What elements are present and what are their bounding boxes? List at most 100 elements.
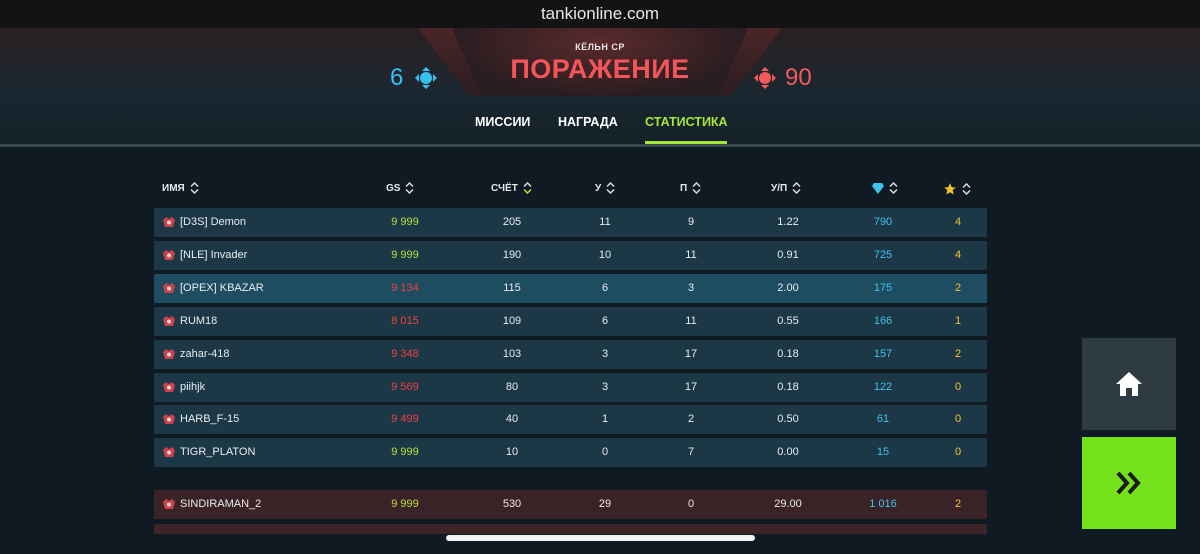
kills-cell: 10 <box>598 249 612 261</box>
crystal-icon <box>872 182 884 194</box>
tab-missions[interactable]: МИССИИ <box>475 115 530 129</box>
player-name: SINDIRAMAN_2 <box>180 498 262 510</box>
browser-url-bar[interactable]: tankionline.com <box>0 0 1200 28</box>
deaths-cell: 17 <box>684 348 698 360</box>
rank-icon <box>163 414 175 424</box>
home-indicator[interactable] <box>446 535 755 541</box>
stars-cell: 1 <box>954 315 962 327</box>
score-cell: 40 <box>505 413 519 425</box>
home-icon <box>1116 372 1142 396</box>
crystals-cell: 725 <box>873 249 893 261</box>
kd-cell: 1.22 <box>777 216 799 228</box>
column-header-kd[interactable]: У/П <box>771 182 801 194</box>
stars-cell: 0 <box>954 413 962 425</box>
blue-team-score: 6 <box>390 64 404 91</box>
continue-button[interactable] <box>1082 437 1176 529</box>
kills-cell: 11 <box>599 216 611 228</box>
column-header-name[interactable]: ИМЯ <box>162 182 199 194</box>
gs-cell: 9 348 <box>391 348 419 360</box>
sort-active-icon <box>523 182 532 194</box>
crystals-cell: 790 <box>873 216 893 228</box>
gs-cell: 9 999 <box>391 498 419 510</box>
column-header-stars[interactable] <box>943 182 971 196</box>
table-row[interactable]: RUM18 8 015 109 6 11 0.55 166 1 <box>154 307 987 336</box>
kills-cell: 0 <box>601 446 609 458</box>
sort-icon <box>962 183 971 195</box>
sort-icon <box>692 182 701 194</box>
rank-icon <box>163 316 175 326</box>
stars-cell: 0 <box>954 446 962 458</box>
sort-icon <box>889 182 898 194</box>
player-name: zahar-418 <box>180 348 230 360</box>
header-divider <box>0 144 1200 147</box>
table-row[interactable]: [OPEX] KBAZAR 9 134 115 6 3 2.00 175 2 <box>154 274 987 303</box>
rank-icon <box>163 217 175 227</box>
kills-cell: 29 <box>598 498 612 510</box>
tab-statistics[interactable]: СТАТИСТИКА <box>645 115 728 129</box>
crystals-cell: 166 <box>873 315 893 327</box>
home-button[interactable] <box>1082 338 1176 430</box>
rank-icon <box>163 499 175 509</box>
gs-cell: 9 569 <box>391 381 419 393</box>
rank-icon <box>163 382 175 392</box>
rank-icon <box>163 447 175 457</box>
deaths-cell: 11 <box>685 315 697 327</box>
column-header-score[interactable]: СЧЁТ <box>491 182 532 194</box>
crystals-cell: 15 <box>876 446 890 458</box>
column-kills-label: У <box>595 182 602 194</box>
table-row[interactable]: piihjk 9 569 80 3 17 0.18 122 0 <box>154 373 987 402</box>
table-row[interactable]: zahar-418 9 348 103 3 17 0.18 157 2 <box>154 340 987 369</box>
gs-cell: 9 999 <box>391 249 419 261</box>
table-row[interactable]: [D3S] Demon 9 999 205 11 9 1.22 790 4 <box>154 208 987 237</box>
deaths-cell: 0 <box>687 498 695 510</box>
column-header-deaths[interactable]: П <box>680 182 701 194</box>
deaths-cell: 2 <box>687 413 695 425</box>
player-name: RUM18 <box>180 315 218 327</box>
blue-team-icon <box>415 67 437 89</box>
red-team-score: 90 <box>785 64 812 91</box>
player-name: piihjk <box>180 381 206 393</box>
star-icon <box>944 183 956 195</box>
map-name: КЁЛЬН CP <box>575 42 625 52</box>
kills-cell: 6 <box>601 315 609 327</box>
tab-reward[interactable]: НАГРАДА <box>558 115 618 129</box>
table-row[interactable]: [NLE] Invader 9 999 190 10 11 0.91 725 4 <box>154 241 987 270</box>
table-row[interactable]: HARB_F-15 9 499 40 1 2 0.50 61 0 <box>154 405 987 434</box>
score-cell: 10 <box>505 446 519 458</box>
score-cell: 190 <box>502 249 522 261</box>
kills-cell: 3 <box>601 348 609 360</box>
crystals-cell: 1 016 <box>869 498 897 510</box>
column-deaths-label: П <box>680 182 688 194</box>
crystals-cell: 157 <box>873 348 893 360</box>
stars-cell: 2 <box>954 498 962 510</box>
gs-cell: 9 999 <box>391 216 419 228</box>
url-text: tankionline.com <box>540 4 660 23</box>
deaths-cell: 17 <box>684 381 698 393</box>
rank-icon <box>163 349 175 359</box>
stars-cell: 2 <box>954 282 962 294</box>
score-cell: 530 <box>502 498 522 510</box>
kills-cell: 3 <box>601 381 609 393</box>
deaths-cell: 7 <box>687 446 695 458</box>
kd-cell: 0.18 <box>777 348 799 360</box>
sort-icon <box>405 182 414 194</box>
column-header-kills[interactable]: У <box>595 182 615 194</box>
table-row[interactable]: SINDIRAMAN_2 9 999 530 29 0 29.00 1 016 2 <box>154 490 987 519</box>
deaths-cell: 3 <box>687 282 695 294</box>
column-kd-label: У/П <box>771 182 788 194</box>
player-name: [D3S] Demon <box>180 216 247 228</box>
table-row[interactable]: TIGR_PLATON 9 999 10 0 7 0.00 15 0 <box>154 438 987 467</box>
deaths-cell: 11 <box>685 249 697 261</box>
double-chevron-right-icon <box>1116 471 1141 495</box>
column-header-crystals[interactable] <box>872 182 898 194</box>
table-row-partial <box>154 524 987 534</box>
column-header-gs[interactable]: GS <box>386 182 414 194</box>
player-name: HARB_F-15 <box>180 413 240 425</box>
stars-cell: 2 <box>954 348 962 360</box>
player-name: TIGR_PLATON <box>180 446 256 458</box>
rank-icon <box>163 283 175 293</box>
score-cell: 109 <box>502 315 522 327</box>
kd-cell: 0.50 <box>777 413 799 425</box>
score-cell: 115 <box>503 282 521 294</box>
kd-cell: 0.55 <box>777 315 799 327</box>
